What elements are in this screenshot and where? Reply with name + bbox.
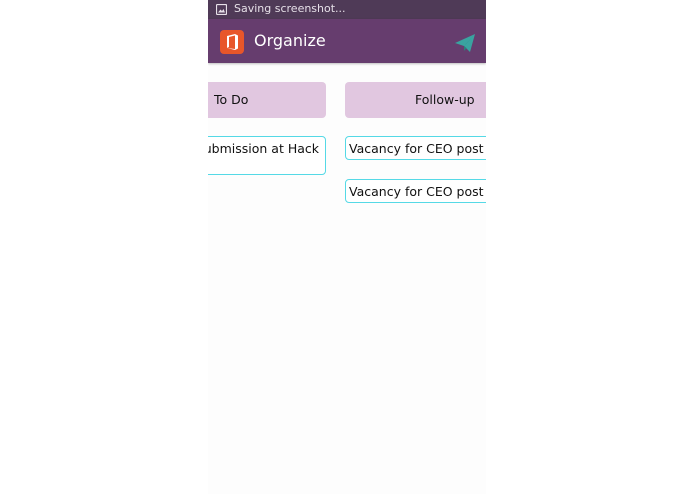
- phone-screen: Saving screenshot... Organize To Do subm…: [208, 0, 486, 494]
- task-card-label: Vacancy for CEO post: [349, 141, 484, 156]
- status-bar: Saving screenshot...: [208, 0, 486, 19]
- column-header-label: Follow-up: [415, 92, 475, 107]
- column-header-todo[interactable]: To Do: [208, 82, 326, 118]
- task-card[interactable]: submission at Hack: [208, 136, 326, 175]
- task-card-label: Vacancy for CEO post: [349, 184, 484, 199]
- office-logo-icon: [220, 30, 244, 54]
- task-card-label: submission at Hack: [208, 141, 319, 156]
- status-text: Saving screenshot...: [234, 2, 346, 15]
- task-card[interactable]: Vacancy for CEO post: [345, 136, 486, 160]
- task-card[interactable]: Vacancy for CEO post: [345, 179, 486, 203]
- send-icon[interactable]: [453, 31, 477, 55]
- image-icon: [216, 4, 227, 15]
- app-title: Organize: [254, 31, 326, 50]
- app-bar: Organize: [208, 19, 486, 63]
- column-header-label: To Do: [214, 92, 249, 107]
- column-header-follow-up[interactable]: Follow-up: [345, 82, 486, 118]
